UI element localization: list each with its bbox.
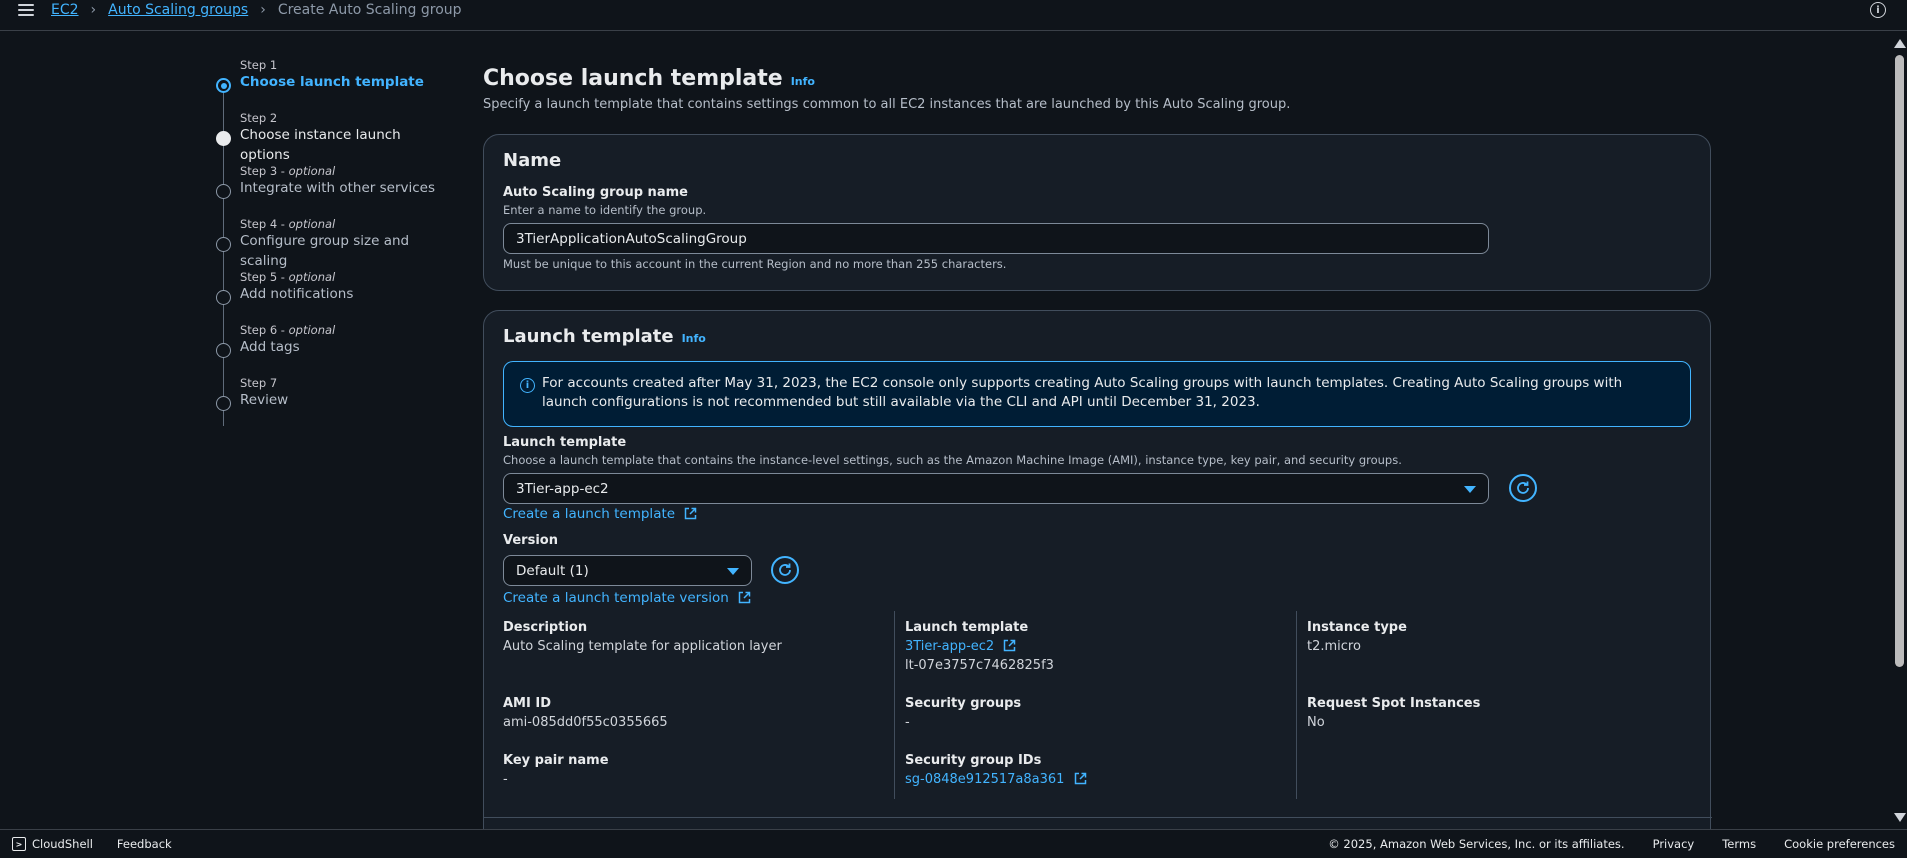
step-title: Add notifications [240,286,354,302]
page-header: Choose launch template Info Specify a la… [483,66,1711,112]
chevron-right-icon: › [260,2,266,18]
launch-template-label: Launch template [503,435,627,450]
cloudshell-icon: > [12,837,26,851]
step-indicator-icon [216,184,231,199]
step-indicator-icon [216,131,231,146]
detail-description: Description Auto Scaling template for ap… [503,620,782,654]
breadcrumb-auto-scaling-groups-link[interactable]: Auto Scaling groups [108,2,248,18]
breadcrumb-ec2-link[interactable]: EC2 [51,2,79,18]
step-title: Integrate with other services [240,180,435,196]
security-group-id-link[interactable]: sg-0848e912517a8a361 [905,772,1087,787]
menu-icon[interactable] [18,4,34,18]
step-4[interactable]: Step 4 - optional Configure group size a… [210,217,450,270]
step-indicator-icon [216,237,231,252]
detail-instance-type: Instance type t2.micro [1307,620,1407,654]
create-launch-template-link[interactable]: Create a launch template [503,506,697,522]
info-link[interactable]: Info [682,332,706,345]
asg-name-constraint: Must be unique to this account in the cu… [503,257,1007,271]
info-icon[interactable]: i [1870,2,1886,18]
page-scrollbar[interactable] [1892,33,1907,829]
step-active-indicator-icon [216,78,231,93]
alert-text: For accounts created after May 31, 2023,… [542,375,1623,410]
detail-launch-template: Launch template 3Tier-app-ec2 lt-07e3757… [905,620,1054,673]
column-divider [894,611,895,799]
cloudshell-button[interactable]: CloudShell [32,837,93,851]
external-link-icon [1074,772,1086,785]
name-card-title: Name [503,150,562,171]
refresh-launch-templates-button[interactable] [1509,474,1537,502]
detail-ami-id: AMI ID ami-085dd0f55c0355665 [503,696,668,730]
create-launch-template-version-link[interactable]: Create a launch template version [503,590,751,606]
version-label: Version [503,533,558,548]
step-number: Step 6 - optional [240,323,336,337]
refresh-versions-button[interactable] [771,556,799,584]
detail-key-pair: Key pair name - [503,753,609,787]
refresh-icon [1517,481,1529,494]
breadcrumb: EC2 › Auto Scaling groups › Create Auto … [51,0,462,20]
step-5[interactable]: Step 5 - optional Add notifications [210,270,450,323]
wizard-steps: Step 1 Choose launch template Step 2 Cho… [210,58,450,429]
detail-security-groups: Security groups - [905,696,1022,730]
step-3[interactable]: Step 3 - optional Integrate with other s… [210,164,450,217]
external-link-icon [1004,639,1016,652]
step-title: Choose instance launch options [240,127,401,163]
top-navigation-bar: EC2 › Auto Scaling groups › Create Auto … [0,0,1907,31]
launch-template-card: Launch template Info i For accounts crea… [483,310,1712,858]
external-link-icon [685,507,697,520]
asg-name-label: Auto Scaling group name [503,185,688,200]
info-link[interactable]: Info [791,75,815,88]
step-6[interactable]: Step 6 - optional Add tags [210,323,450,376]
step-indicator-icon [216,290,231,305]
detail-request-spot: Request Spot Instances No [1307,696,1481,730]
page-title: Choose launch template [483,66,783,91]
column-divider [1296,611,1297,799]
caret-down-icon [1464,486,1476,493]
feedback-button[interactable]: Feedback [117,837,172,851]
info-icon: i [520,378,535,393]
launch-template-selected-value: 3Tier-app-ec2 [516,480,609,497]
step-title: Review [240,392,289,408]
chevron-right-icon: › [90,2,97,18]
step-indicator-icon [216,396,231,411]
step-title: Add tags [240,339,300,355]
launch-template-detail-link[interactable]: 3Tier-app-ec2 [905,639,1016,654]
launch-template-id: lt-07e3757c7462825f3 [905,658,1054,673]
step-number: Step 5 - optional [240,270,336,284]
info-alert: i For accounts created after May 31, 202… [503,361,1691,427]
scrollbar-thumb[interactable] [1895,55,1904,667]
caret-down-icon [727,568,739,575]
step-title: Configure group size and scaling [240,233,410,269]
cookie-preferences-link[interactable]: Cookie preferences [1784,837,1895,851]
step-1[interactable]: Step 1 Choose launch template [210,58,450,111]
breadcrumb-current: Create Auto Scaling group [277,2,462,18]
scroll-down-arrow-icon[interactable] [1894,813,1906,822]
launch-template-description: Choose a launch template that contains t… [503,453,1402,467]
step-2[interactable]: Step 2 Choose instance launch options [210,111,450,164]
external-link-icon [738,591,751,604]
launch-template-select[interactable]: 3Tier-app-ec2 [503,473,1489,504]
copyright-text: © 2025, Amazon Web Services, Inc. or its… [1328,837,1625,851]
name-card: Name Auto Scaling group name Enter a nam… [483,134,1711,291]
step-number: Step 7 [240,376,278,390]
version-select[interactable]: Default (1) [503,555,752,586]
step-title: Choose launch template [240,74,424,90]
launch-template-card-title: Launch template Info [503,326,706,347]
terms-link[interactable]: Terms [1722,837,1756,851]
asg-name-description: Enter a name to identify the group. [503,203,707,217]
step-number: Step 3 - optional [240,164,336,178]
step-7[interactable]: Step 7 Review [210,376,450,429]
section-divider [484,817,1712,818]
version-selected-value: Default (1) [516,562,589,579]
refresh-icon [779,563,791,576]
scroll-up-arrow-icon[interactable] [1894,39,1906,48]
page-subtitle: Specify a launch template that contains … [483,97,1291,112]
step-number: Step 4 - optional [240,217,336,231]
detail-security-group-ids: Security group IDs sg-0848e912517a8a361 [905,752,1087,789]
step-indicator-icon [216,343,231,358]
privacy-link[interactable]: Privacy [1653,837,1695,851]
step-number: Step 2 [240,111,278,125]
asg-name-input[interactable]: 3TierApplicationAutoScalingGroup [503,223,1489,254]
console-footer: > CloudShell Feedback © 2025, Amazon Web… [0,829,1907,858]
step-number: Step 1 [240,58,278,72]
